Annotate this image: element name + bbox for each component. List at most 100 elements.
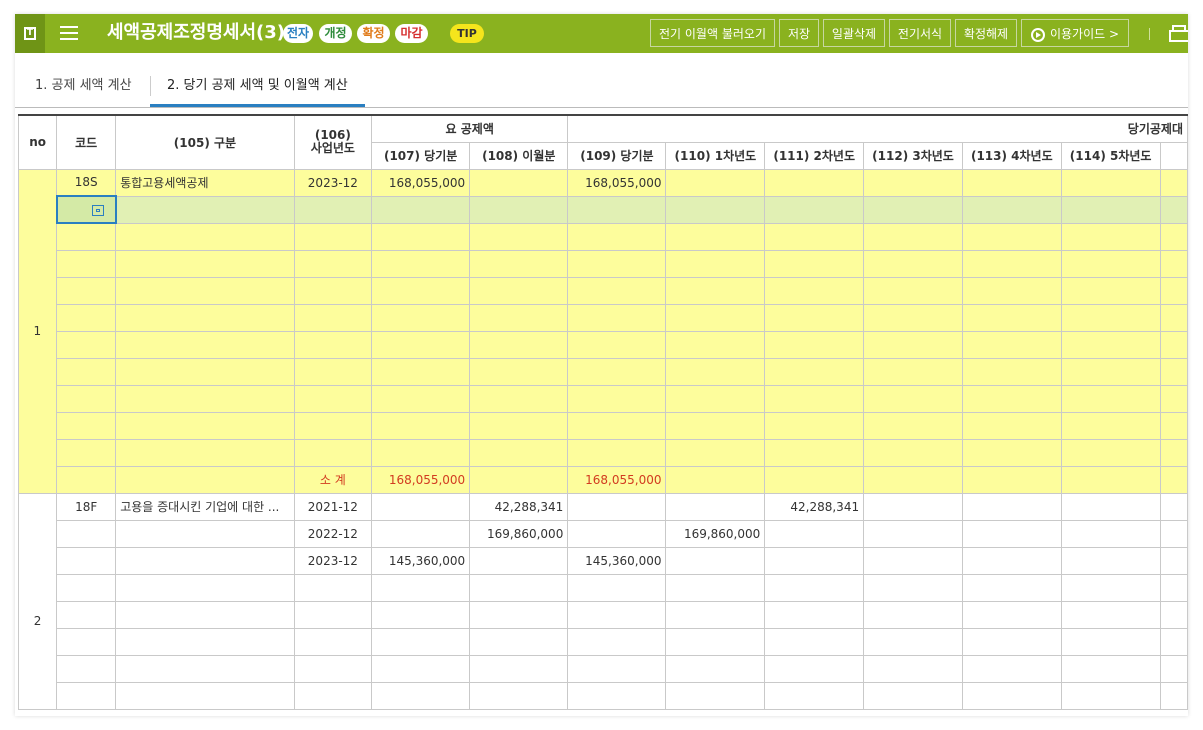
table-row[interactable] xyxy=(18,222,1188,251)
empty-cell[interactable] xyxy=(961,681,1062,710)
table-row[interactable] xyxy=(18,411,1188,440)
empty-cell[interactable] xyxy=(961,249,1062,278)
empty-cell[interactable] xyxy=(115,276,295,305)
amount-114-cell[interactable] xyxy=(1060,492,1161,521)
empty-cell[interactable] xyxy=(961,627,1062,656)
amount-107-cell[interactable] xyxy=(371,195,471,224)
empty-cell[interactable] xyxy=(764,681,865,710)
amount-110-cell[interactable]: 169,860,000 xyxy=(665,519,766,548)
empty-cell[interactable] xyxy=(469,222,569,251)
empty-cell[interactable] xyxy=(567,276,667,305)
empty-cell[interactable] xyxy=(1060,303,1161,332)
empty-cell[interactable] xyxy=(293,573,373,602)
amount-110-cell[interactable] xyxy=(665,195,766,224)
empty-cell[interactable] xyxy=(1060,276,1161,305)
empty-cell[interactable] xyxy=(1060,573,1161,602)
empty-cell[interactable] xyxy=(115,681,295,710)
table-row[interactable]: 2023-12 145,360,000 145,360,000 xyxy=(19,546,1188,575)
empty-cell[interactable] xyxy=(961,600,1062,629)
table-row[interactable] xyxy=(19,573,1188,602)
category-cell[interactable]: 고용을 증대시킨 기업에 대한 ... xyxy=(115,492,295,521)
app-logo-icon[interactable]: T xyxy=(15,14,45,53)
empty-cell[interactable] xyxy=(665,627,766,656)
empty-cell[interactable] xyxy=(764,357,865,386)
amount-107-cell[interactable] xyxy=(371,492,471,521)
tab-deduction-calc[interactable]: 1. 공제 세액 계산 xyxy=(35,76,132,102)
empty-cell[interactable] xyxy=(665,384,766,413)
empty-cell[interactable] xyxy=(293,276,373,305)
empty-cell[interactable] xyxy=(665,357,766,386)
empty-cell[interactable] xyxy=(665,303,766,332)
empty-cell[interactable] xyxy=(1060,627,1161,656)
category-cell[interactable] xyxy=(115,195,295,224)
empty-cell[interactable] xyxy=(863,438,963,467)
amount-113-cell[interactable] xyxy=(961,519,1062,548)
empty-cell[interactable] xyxy=(863,573,963,602)
empty-cell[interactable] xyxy=(371,222,471,251)
empty-cell[interactable] xyxy=(764,222,865,251)
empty-cell[interactable] xyxy=(567,330,667,359)
code-lookup-icon[interactable] xyxy=(91,204,104,216)
amount-109-cell[interactable] xyxy=(567,195,667,224)
empty-cell[interactable] xyxy=(863,249,963,278)
code-cell-selected[interactable] xyxy=(55,195,117,224)
empty-cell[interactable] xyxy=(469,276,569,305)
amount-112-cell[interactable] xyxy=(863,168,963,197)
empty-cell[interactable] xyxy=(567,573,667,602)
empty-cell[interactable] xyxy=(371,249,471,278)
empty-cell[interactable] xyxy=(371,654,471,683)
amount-108-cell[interactable] xyxy=(469,546,569,575)
amount-114-cell[interactable] xyxy=(1060,168,1161,197)
empty-cell[interactable] xyxy=(371,600,471,629)
empty-cell[interactable] xyxy=(567,438,667,467)
empty-cell[interactable] xyxy=(371,276,471,305)
empty-cell[interactable] xyxy=(961,303,1062,332)
empty-cell[interactable] xyxy=(764,654,865,683)
empty-cell[interactable] xyxy=(567,627,667,656)
usage-guide-button[interactable]: 이용가이드 > xyxy=(1021,19,1129,47)
empty-cell[interactable] xyxy=(115,438,295,467)
empty-cell[interactable] xyxy=(567,411,667,440)
empty-cell[interactable] xyxy=(665,654,766,683)
empty-cell[interactable] xyxy=(371,627,471,656)
empty-cell[interactable] xyxy=(764,573,865,602)
empty-cell[interactable] xyxy=(115,654,295,683)
empty-cell[interactable] xyxy=(1060,654,1161,683)
amount-109-cell[interactable] xyxy=(567,492,667,521)
year-cell[interactable] xyxy=(293,195,373,224)
empty-cell[interactable] xyxy=(56,357,117,386)
table-row[interactable]: 1 18S 통합고용세액공제 2023-12 168,055,000 168,0… xyxy=(17,168,1188,494)
amount-112-cell[interactable] xyxy=(863,519,963,548)
table-row[interactable] xyxy=(19,654,1188,683)
table-row-selected[interactable] xyxy=(18,195,1188,224)
empty-cell[interactable] xyxy=(293,330,373,359)
empty-cell[interactable] xyxy=(115,627,295,656)
empty-cell[interactable] xyxy=(567,654,667,683)
empty-cell[interactable] xyxy=(567,222,667,251)
table-row[interactable] xyxy=(18,384,1188,413)
empty-cell[interactable] xyxy=(961,357,1062,386)
amount-109-cell[interactable]: 168,055,000 xyxy=(567,168,667,197)
amount-108-cell[interactable] xyxy=(469,168,569,197)
amount-111-cell[interactable] xyxy=(764,519,865,548)
empty-cell[interactable] xyxy=(863,654,963,683)
amount-112-cell[interactable] xyxy=(863,546,963,575)
empty-cell[interactable] xyxy=(764,303,865,332)
empty-cell[interactable] xyxy=(961,330,1062,359)
empty-cell[interactable] xyxy=(469,438,569,467)
empty-cell[interactable] xyxy=(1060,249,1161,278)
amount-113-cell[interactable] xyxy=(961,546,1062,575)
empty-cell[interactable] xyxy=(1060,438,1161,467)
empty-cell[interactable] xyxy=(665,276,766,305)
unconfirm-button[interactable]: 확정해제 xyxy=(955,19,1017,47)
empty-cell[interactable] xyxy=(665,600,766,629)
empty-cell[interactable] xyxy=(961,222,1062,251)
empty-cell[interactable] xyxy=(115,384,295,413)
amount-111-cell[interactable] xyxy=(764,168,865,197)
empty-cell[interactable] xyxy=(567,303,667,332)
empty-cell[interactable] xyxy=(293,654,373,683)
empty-cell[interactable] xyxy=(961,573,1062,602)
empty-cell[interactable] xyxy=(115,573,295,602)
table-row[interactable]: 2 18F 고용을 증대시킨 기업에 대한 ... 2021-12 42,288… xyxy=(17,492,1188,710)
empty-cell[interactable] xyxy=(863,384,963,413)
